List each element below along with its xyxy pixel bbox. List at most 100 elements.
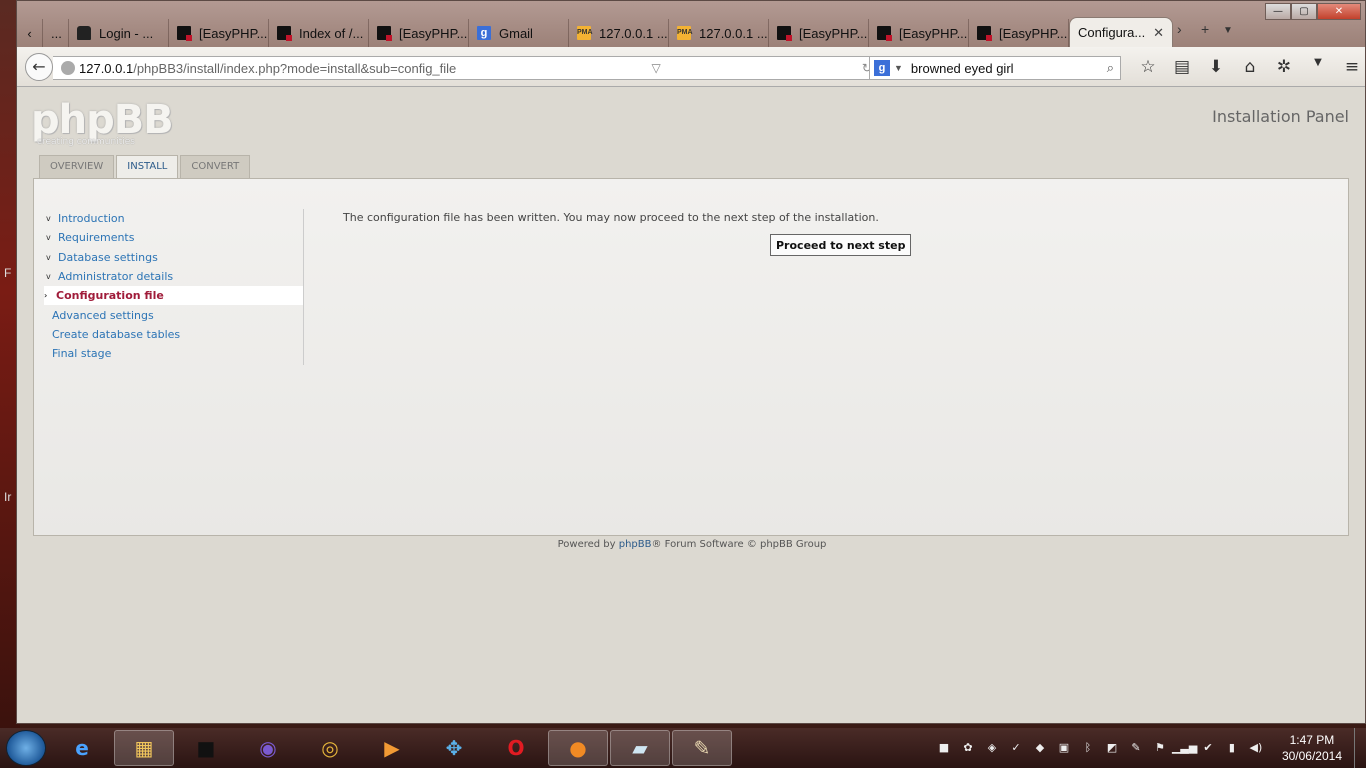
close-window-icon[interactable]: ✕ xyxy=(1317,3,1361,20)
menu-item-advanced-settings[interactable]: Advanced settings xyxy=(44,305,303,324)
menu-item-label: Final stage xyxy=(52,347,112,361)
tab-convert[interactable]: CONVERT xyxy=(180,155,251,178)
tab[interactable]: PMA 127.0.0.1 ... xyxy=(669,19,769,47)
easyphp-icon xyxy=(177,26,192,41)
volume-icon[interactable]: ◀) xyxy=(1244,741,1268,755)
phpbb-link[interactable]: phpBB xyxy=(619,539,652,550)
maximize-icon[interactable]: ▢ xyxy=(1291,3,1317,20)
menu-item-administrator-details[interactable]: v Administrator details xyxy=(44,267,303,286)
tab[interactable]: [EasyPHP... xyxy=(169,19,269,47)
download-icon[interactable]: ⬇ xyxy=(1199,57,1233,77)
tray-app-icon[interactable]: ◆ xyxy=(1028,741,1052,755)
minimize-icon[interactable]: — xyxy=(1265,3,1291,20)
opera-icon[interactable]: O xyxy=(486,730,546,766)
tab-label: Index of /... xyxy=(299,25,364,41)
addon-icon[interactable]: ✲ xyxy=(1267,57,1301,77)
menu-item-label: Database settings xyxy=(58,250,158,264)
check-icon: v xyxy=(46,272,51,282)
search-bar[interactable]: g ▼ browned eyed girl ⌕ xyxy=(869,56,1121,80)
tab-label: ... xyxy=(51,25,62,41)
taskbar: e ▦ ■ ◉ ◎ ▶ ✥ O ● ▰ ✎ ■ ✿ ◈ ✓ ◆ ▣ ᛒ ◩ ✎ … xyxy=(0,728,1366,768)
pdf-icon[interactable]: ◩ xyxy=(1100,741,1124,755)
tray-app-icon[interactable]: ✎ xyxy=(1124,741,1148,755)
paint-icon[interactable]: ✎ xyxy=(672,730,732,766)
notepad-icon[interactable]: ▰ xyxy=(610,730,670,766)
firefox-icon[interactable]: ● xyxy=(548,730,608,766)
browser-window: ‹ ... Login - ... [EasyPHP... Index of /… xyxy=(16,0,1366,724)
chrome-icon[interactable]: ◎ xyxy=(300,730,360,766)
tab[interactable]: Index of /... xyxy=(269,19,369,47)
tab[interactable]: Login - ... xyxy=(69,19,169,47)
bluetooth-icon[interactable]: ᛒ xyxy=(1076,741,1100,755)
media-player-icon[interactable]: ▶ xyxy=(362,730,422,766)
menu-item-create-database-tables[interactable]: Create database tables xyxy=(44,325,303,344)
easyphp-icon xyxy=(377,26,392,41)
tab-strip: ‹ ... Login - ... [EasyPHP... Index of /… xyxy=(17,17,1197,47)
window-controls: — ▢ ✕ xyxy=(1265,3,1361,20)
tab-install[interactable]: INSTALL xyxy=(116,155,179,179)
tab-label: 127.0.0.1 ... xyxy=(699,25,768,41)
menu-item-requirements[interactable]: v Requirements xyxy=(44,228,303,247)
google-icon[interactable]: g xyxy=(874,60,890,76)
easyphp-tray-icon[interactable]: ■ xyxy=(932,741,956,755)
clock[interactable]: 1:47 PM 30/06/2014 xyxy=(1282,732,1342,764)
menu-item-configuration-file[interactable]: › Configuration file xyxy=(44,286,303,306)
new-tab-icon[interactable]: + xyxy=(1201,21,1209,43)
page-title: Installation Panel xyxy=(1212,107,1349,126)
tab[interactable]: [EasyPHP... xyxy=(369,19,469,47)
home-icon[interactable]: ⌂ xyxy=(1233,57,1267,77)
easyphp-icon[interactable]: ■ xyxy=(176,730,236,766)
list-tabs-icon[interactable]: ▼ xyxy=(1223,25,1233,47)
bookmark-star-icon[interactable]: ☆ xyxy=(1131,57,1165,77)
tab[interactable]: [EasyPHP... xyxy=(969,19,1069,47)
tab[interactable]: g Gmail xyxy=(469,19,569,47)
url-bar[interactable]: 127.0.0.1 /phpBB3/install/index.php?mode… xyxy=(53,56,879,80)
start-button[interactable] xyxy=(6,730,46,766)
status-message: The configuration file has been written.… xyxy=(343,211,879,224)
url-host: 127.0.0.1 xyxy=(79,60,134,76)
menu-item-introduction[interactable]: v Introduction xyxy=(44,209,303,228)
tab[interactable]: ... xyxy=(43,19,69,47)
tray-icons: ■ ✿ ◈ ✓ ◆ ▣ ᛒ ◩ ✎ ⚑ ▁▃▅ ✔ ▮ ◀) xyxy=(932,741,1268,755)
back-button[interactable]: ← xyxy=(25,53,53,81)
tray-app-icon[interactable]: ✔ xyxy=(1196,741,1220,755)
ie-icon[interactable]: e xyxy=(52,730,112,766)
tab-overview[interactable]: OVERVIEW xyxy=(39,155,115,178)
chevron-down-icon[interactable]: ▼ xyxy=(1301,57,1335,77)
menu-item-database-settings[interactable]: v Database settings xyxy=(44,248,303,267)
tray-app-icon[interactable]: ▣ xyxy=(1052,741,1076,755)
power-icon[interactable]: ▮ xyxy=(1220,741,1244,755)
tray-app-icon[interactable]: ✿ xyxy=(956,741,980,755)
proceed-button[interactable]: Proceed to next step xyxy=(770,234,912,256)
search-icon[interactable]: ⌕ xyxy=(1107,60,1114,76)
show-desktop-button[interactable] xyxy=(1354,728,1366,768)
signal-icon[interactable]: ▁▃▅ xyxy=(1172,741,1197,755)
install-tabs: OVERVIEW INSTALL CONVERT xyxy=(39,155,252,179)
tab[interactable]: PMA 127.0.0.1 ... xyxy=(569,19,669,47)
tab-scroll-left-button[interactable]: ‹ xyxy=(17,19,43,47)
menu-item-final-stage[interactable]: Final stage xyxy=(44,344,303,363)
tab[interactable]: [EasyPHP... xyxy=(769,19,869,47)
tab-label: [EasyPHP... xyxy=(399,25,468,41)
dropdown-icon[interactable]: ▽ xyxy=(651,61,660,75)
tab[interactable]: [EasyPHP... xyxy=(869,19,969,47)
bookmarks-list-icon[interactable]: ▤ xyxy=(1165,57,1199,77)
menu-icon[interactable]: ≡ xyxy=(1335,57,1366,77)
tab-label: [EasyPHP... xyxy=(999,25,1068,41)
tray-app-icon[interactable]: ✓ xyxy=(1004,741,1028,755)
safari-icon[interactable]: ✥ xyxy=(424,730,484,766)
menu-item-label: Advanced settings xyxy=(52,308,154,322)
menu-item-label: Requirements xyxy=(58,231,135,245)
desktop-label: F xyxy=(4,266,12,280)
tab-active[interactable]: Configura... ✕ xyxy=(1069,17,1173,47)
chevron-right-icon[interactable]: › xyxy=(1177,21,1182,43)
flag-icon[interactable]: ⚑ xyxy=(1148,741,1172,755)
search-input[interactable]: browned eyed girl xyxy=(911,61,1014,76)
file-explorer-icon[interactable]: ▦ xyxy=(114,730,174,766)
tray-app-icon[interactable]: ◈ xyxy=(980,741,1004,755)
eclipse-icon[interactable]: ◉ xyxy=(238,730,298,766)
chevron-down-icon[interactable]: ▼ xyxy=(894,63,903,73)
check-icon: v xyxy=(46,214,51,224)
phpbb-logo[interactable]: phpBB creating communities xyxy=(31,97,174,147)
close-icon[interactable]: ✕ xyxy=(1153,25,1164,41)
